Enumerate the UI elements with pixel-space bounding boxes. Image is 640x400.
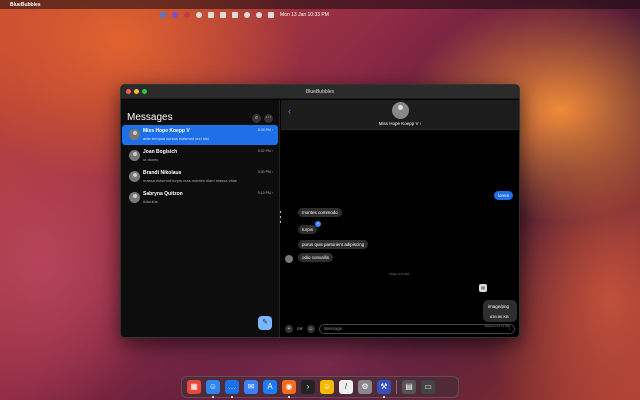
avatar bbox=[129, 192, 140, 203]
purple-status-icon[interactable] bbox=[172, 12, 178, 18]
attachment-bubble[interactable]: image/png 639.86 KB bbox=[483, 300, 517, 322]
compose-new-button[interactable]: ✎ bbox=[258, 316, 272, 330]
conversation-item[interactable]: Joan Bogisich 5:32 PM › ut donec bbox=[122, 146, 278, 166]
terminal-icon[interactable]: › bbox=[301, 380, 315, 394]
dock: ▦ ☺ … ✉ A ◉ › ☺ / ⚙ ⚒ ▤ ▭ bbox=[181, 376, 459, 398]
page-title: Messages bbox=[127, 112, 173, 123]
message-placeholder: Message bbox=[323, 326, 343, 331]
system-settings-icon[interactable]: ⚙ bbox=[358, 380, 372, 394]
message-bubble[interactable]: lorem bbox=[494, 191, 514, 200]
attachment-size: 639.86 KB bbox=[490, 314, 509, 319]
xcode-icon[interactable]: ⚒ bbox=[377, 380, 391, 398]
conversation-time: 8:39 PM › bbox=[257, 128, 273, 132]
conversation-list-header: Messages ⌕ ⋯ bbox=[121, 100, 279, 124]
conversation-time: 5:32 PM › bbox=[257, 149, 273, 153]
control-center-icon[interactable] bbox=[268, 12, 274, 18]
conversation-list-pane: Messages ⌕ ⋯ Miss Hope Koepp V 8:39 PM ›… bbox=[121, 100, 280, 337]
conversation-item[interactable]: Miss Hope Koepp V 8:39 PM › ante tempus … bbox=[122, 125, 278, 145]
gif-button[interactable]: GIF bbox=[297, 327, 303, 331]
search-icon[interactable] bbox=[256, 12, 262, 18]
launchpad-icon[interactable]: ▦ bbox=[187, 380, 201, 394]
attachment-type: image/png bbox=[488, 304, 510, 309]
active-app-name[interactable]: BlueBubbles bbox=[10, 2, 41, 8]
message-bubble[interactable]: purus quis parturient adipiscing bbox=[298, 240, 369, 249]
contact-name[interactable]: Miss Hope Koepp V › bbox=[281, 121, 519, 126]
downloads-icon[interactable]: ▤ bbox=[402, 380, 416, 394]
microphone-icon[interactable]: ⁞ bbox=[509, 325, 510, 333]
avatar bbox=[129, 129, 140, 140]
conversation-preview: ut donec bbox=[143, 157, 159, 162]
dock-separator bbox=[396, 380, 397, 394]
conversation-name: Miss Hope Koepp V bbox=[143, 128, 190, 134]
app-store-icon[interactable]: A bbox=[263, 380, 277, 394]
conversation-preview: massa euismod turpis cras montes diam ma… bbox=[143, 178, 238, 183]
emoji-button[interactable]: ☺ bbox=[306, 325, 315, 333]
add-attachment-button[interactable]: + bbox=[285, 325, 293, 333]
finder-icon[interactable]: ☺ bbox=[206, 380, 220, 398]
conversation-header: ‹ Miss Hope Koepp V › bbox=[281, 100, 519, 130]
conversation-time: 5:19 PM › bbox=[257, 191, 273, 195]
display-icon[interactable] bbox=[220, 12, 226, 18]
conversation-time: 5:30 PM › bbox=[257, 170, 273, 174]
search-button[interactable]: ⌕ bbox=[252, 114, 261, 123]
app-window: BlueBubbles Messages ⌕ ⋯ Miss Hope Koepp… bbox=[120, 84, 520, 338]
wifi-icon[interactable] bbox=[244, 12, 250, 18]
bluebubbles-icon[interactable]: … bbox=[225, 380, 239, 398]
menu-bar: BlueBubbles Mon 13 Jan 10:33 PM bbox=[0, 0, 640, 18]
conversation-name: Brandt Nikolaus bbox=[143, 170, 182, 176]
lock-status-icon[interactable] bbox=[208, 12, 214, 18]
red-status-icon[interactable] bbox=[184, 12, 190, 18]
clock[interactable]: Mon 13 Jan 10:33 PM bbox=[280, 12, 329, 18]
contact-avatar[interactable] bbox=[392, 102, 409, 119]
trash-icon[interactable]: ▭ bbox=[421, 380, 435, 394]
shield-status-icon[interactable] bbox=[196, 12, 202, 18]
day-timestamp: Today 9:47 PM bbox=[389, 272, 410, 276]
sender-avatar bbox=[285, 255, 293, 263]
window-title: BlueBubbles bbox=[305, 88, 335, 95]
firefox-icon[interactable]: ◉ bbox=[282, 380, 296, 398]
conversation-name: Sabryna Quitzon bbox=[143, 191, 183, 197]
conversation-item[interactable]: Brandt Nikolaus 5:30 PM › massa euismod … bbox=[122, 167, 278, 187]
message-bubble[interactable]: turpis bbox=[298, 225, 318, 234]
conversation-preview: ante tempus cursus euismod orci nisi bbox=[143, 136, 209, 141]
mail-icon[interactable]: ✉ bbox=[244, 380, 258, 394]
message-bubble[interactable]: odio convallis bbox=[298, 253, 334, 262]
bluebubbles-status-icon[interactable] bbox=[160, 12, 166, 18]
file-icon: ▤ bbox=[479, 284, 487, 292]
conversation-preview: ridiculus bbox=[143, 199, 158, 204]
compose-bar: + GIF ☺ Message ⁞ bbox=[281, 321, 519, 337]
message-input[interactable]: Message ⁞ bbox=[318, 324, 515, 334]
conversation-name: Joan Bogisich bbox=[143, 149, 178, 155]
avatar bbox=[129, 150, 140, 161]
conversation-pane: ‹ Miss Hope Koepp V › lorem montes commo… bbox=[281, 100, 519, 337]
textedit-icon[interactable]: / bbox=[339, 380, 353, 394]
back-chevron-icon[interactable]: ‹ bbox=[288, 106, 291, 116]
title-bar[interactable]: BlueBubbles bbox=[121, 85, 519, 99]
message-bubble[interactable]: montes commodo bbox=[298, 208, 342, 217]
more-options-button[interactable]: ⋯ bbox=[264, 114, 273, 123]
reaction-badge[interactable]: + bbox=[315, 221, 321, 227]
avatar bbox=[129, 171, 140, 182]
notes-icon[interactable]: ☺ bbox=[320, 380, 334, 394]
conversation-item[interactable]: Sabryna Quitzon 5:19 PM › ridiculus bbox=[122, 188, 278, 208]
battery-icon[interactable] bbox=[232, 12, 238, 18]
